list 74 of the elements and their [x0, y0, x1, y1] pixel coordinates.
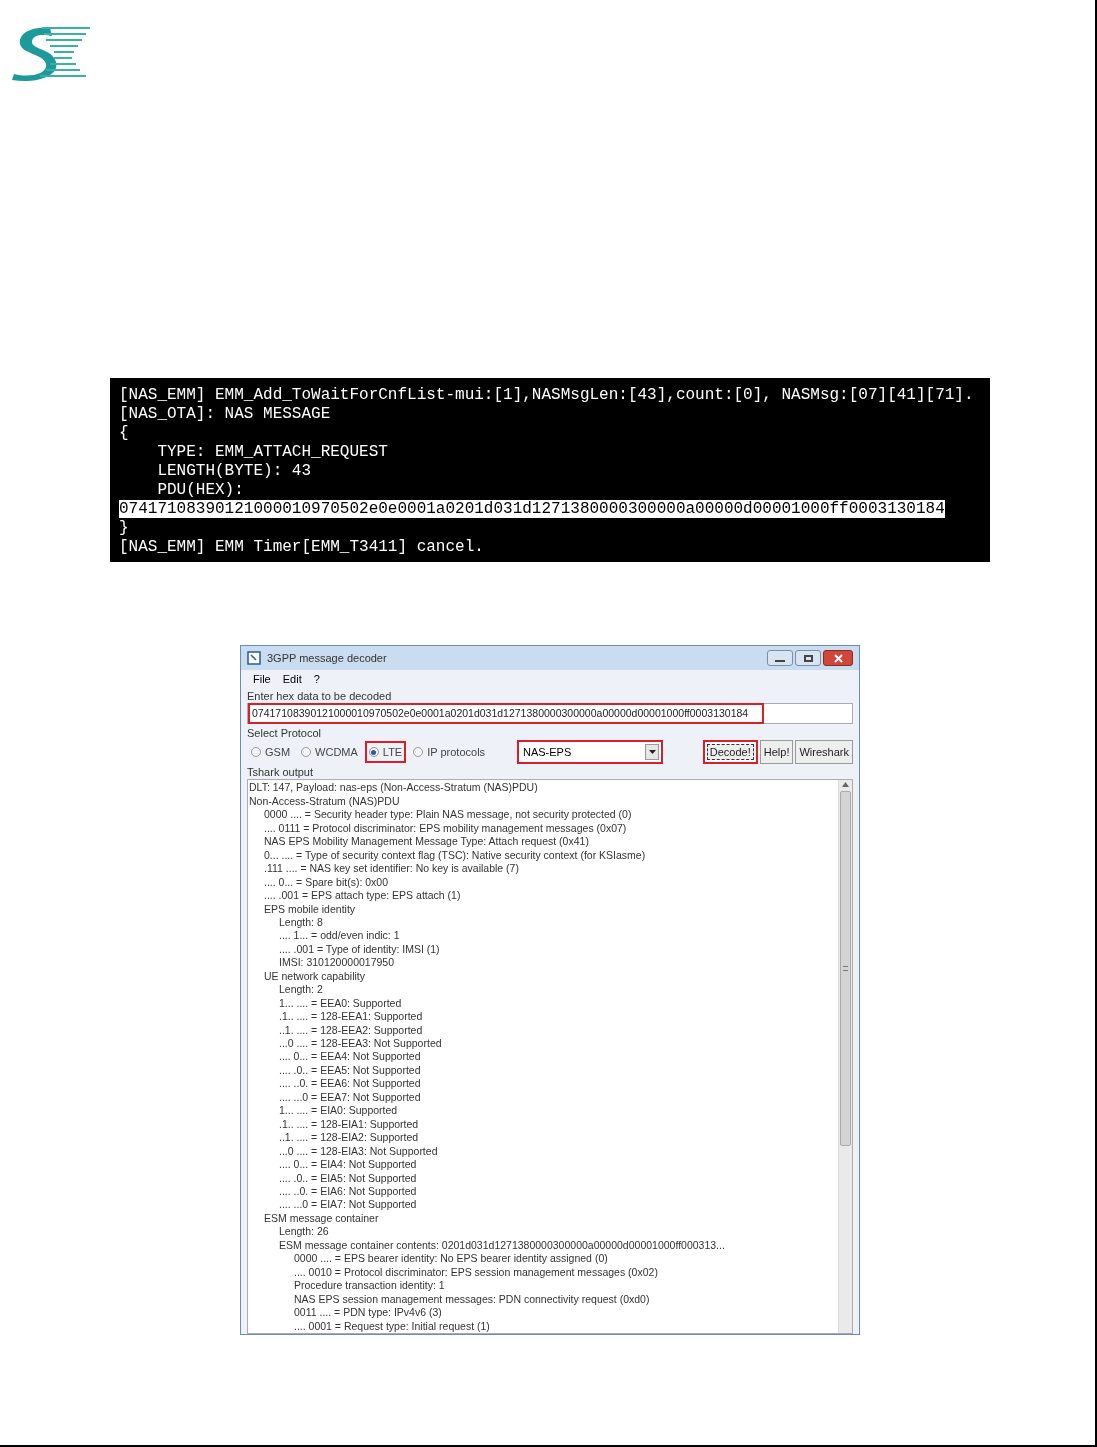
tree-item[interactable]: ..1. .... = 128-EIA2: Supported	[279, 1131, 419, 1145]
menu-item[interactable]: Edit	[282, 671, 302, 688]
scrollbar[interactable]	[838, 780, 852, 1333]
tree-item[interactable]: ESM message container	[264, 1211, 379, 1226]
radio-option[interactable]: WCDMA	[297, 741, 362, 764]
tree-item[interactable]: 0... .... = Type of security context flag (TSC): Native security context (for KSIasme)	[264, 848, 646, 863]
radio-option[interactable]: LTE	[364, 741, 407, 764]
tree-item[interactable]: Length: 8	[279, 915, 323, 930]
terminal-line: PDU(HEX):	[156, 481, 244, 499]
tree-item[interactable]: NAS EPS Mobility Management Message Type: Attach request (0x41)	[264, 835, 589, 849]
tree-item[interactable]: .111 .... = NAS key set identifier: No key is available (7)	[264, 862, 519, 876]
hex-input-field[interactable]: 07417108390121000010970502e0e0001a0201d031d1271380000300000a00000d00001000ff0003130184	[247, 703, 853, 725]
tree-item[interactable]: UE network capability	[264, 969, 365, 984]
tree-item[interactable]: Non-Access-Stratum (NAS)PDU	[249, 794, 400, 809]
scrollbar-thumb[interactable]	[840, 791, 851, 1147]
tree-item[interactable]: DLT: 147, Payload: nas-eps (Non-Access-Stratum (NAS)PDU)	[249, 781, 538, 795]
tree-item[interactable]: ESM message container contents: 0201d031d1271380000300000a00000d00001000ff000313...	[279, 1238, 725, 1253]
tree-item[interactable]: .... 0111 = Protocol discriminator: EPS mobility management messages (0x07)	[264, 821, 627, 836]
scroll-up-icon[interactable]	[842, 782, 849, 788]
tree-item[interactable]: .... 1... = odd/even indic: 1	[279, 929, 400, 943]
app-icon	[247, 651, 261, 666]
tree-item[interactable]: .... 0001 = Request type: Initial request (1)	[294, 1319, 490, 1333]
hex-input-label: Enter hex data to be decoded	[247, 690, 393, 704]
radio-option[interactable]: IP protocols	[409, 741, 490, 764]
terminal-line: {	[119, 424, 129, 442]
terminal-line: }	[119, 519, 129, 537]
tree-item[interactable]: ...0 .... = 128-EIA3: Not Supported	[279, 1144, 438, 1159]
tree-item[interactable]: .... 0... = EIA4: Not Supported	[279, 1158, 417, 1172]
action-button[interactable]: Wireshark	[795, 740, 853, 765]
terminal-line: LENGTH(BYTE): 43	[156, 462, 312, 480]
action-button[interactable]: Help!	[759, 740, 794, 765]
menu-item[interactable]: ?	[313, 671, 320, 688]
tree-item[interactable]: .... ..0. = EEA6: Not Supported	[279, 1077, 421, 1091]
protocol-dropdown[interactable]: NAS-EPS	[517, 740, 663, 765]
close-button[interactable]	[823, 650, 853, 667]
tree-item[interactable]: Procedure transaction identity: 1	[294, 1279, 445, 1293]
tree-item[interactable]: .... .001 = Type of identity: IMSI (1)	[279, 942, 440, 957]
tree-item[interactable]: .1.. .... = 128-EEA1: Supported	[279, 1010, 423, 1024]
tree-item[interactable]: Length: 26	[279, 1225, 329, 1239]
tree-item[interactable]: .... 0... = Spare bit(s): 0x00	[264, 875, 389, 890]
tree-item[interactable]: .... ...0 = EEA7: Not Supported	[279, 1090, 421, 1105]
tree-item[interactable]: 0000 .... = Security header type: Plain NAS message, not security protected (0)	[264, 808, 632, 822]
tree-item[interactable]: ..1. .... = 128-EEA2: Supported	[279, 1023, 423, 1038]
tree-item[interactable]: .... 0... = EEA4: Not Supported	[279, 1050, 421, 1064]
tree-item[interactable]: 0011 .... = PDN type: IPv4v6 (3)	[294, 1306, 442, 1320]
tree-item[interactable]: .... ..0. = EIA6: Not Supported	[279, 1185, 417, 1199]
tree-item[interactable]: .... .001 = EPS attach type: EPS attach (1)	[264, 889, 461, 903]
minimize-button[interactable]	[767, 650, 793, 667]
close-icon	[833, 653, 843, 663]
tree-item[interactable]: .... 0010 = Protocol discriminator: EPS session management messages (0x02)	[294, 1265, 658, 1280]
tree-item[interactable]: .... .0.. = EEA5: Not Supported	[279, 1063, 421, 1078]
tree-item[interactable]: .... ...0 = EIA7: Not Supported	[279, 1198, 417, 1212]
terminal-line: [NAS_OTA]: NAS MESSAGE	[119, 405, 331, 423]
tree-item[interactable]: EPS mobile identity	[264, 902, 356, 916]
action-button[interactable]: Decode!	[702, 740, 758, 765]
terminal-line: [NAS_EMM] EMM Timer[EMM_T3411] cancel.	[119, 538, 484, 556]
tree-item[interactable]: 1... .... = EIA0: Supported	[279, 1104, 398, 1118]
tree-item[interactable]: ...0 .... = 128-EEA3: Not Supported	[279, 1037, 442, 1051]
terminal-line: [NAS_EMM] EMM_Add_ToWaitForCnfList-mui:[1],NASMsgLen:[43],count:[0], NASMsg:[07][41][71].	[119, 386, 974, 404]
window-title: 3GPP message decoder	[267, 650, 387, 666]
maximize-button[interactable]	[795, 650, 821, 667]
tree-item[interactable]: .... .0.. = EIA5: Not Supported	[279, 1171, 417, 1185]
tree-item[interactable]: 0000 .... = EPS bearer identity: No EPS bearer identity assigned (0)	[294, 1252, 608, 1266]
terminal-line: TYPE: EMM_ATTACH_REQUEST	[156, 443, 388, 461]
radio-option[interactable]: GSM	[247, 741, 295, 764]
logo-icon	[10, 24, 92, 82]
tree-item[interactable]: 1... .... = EEA0: Supported	[279, 996, 402, 1011]
protocol-label: Select Protocol	[247, 727, 322, 741]
tree-item[interactable]: NAS EPS session management messages: PDN connectivity request (0xd0)	[294, 1292, 650, 1307]
tree-item[interactable]: Length: 2	[279, 983, 323, 997]
tree-item[interactable]: IMSI: 310120000017950	[279, 956, 394, 970]
menu-item[interactable]: File	[253, 671, 271, 688]
tree-item[interactable]: .1.. .... = 128-EIA1: Supported	[279, 1117, 419, 1132]
output-label: Tshark output	[247, 766, 315, 780]
